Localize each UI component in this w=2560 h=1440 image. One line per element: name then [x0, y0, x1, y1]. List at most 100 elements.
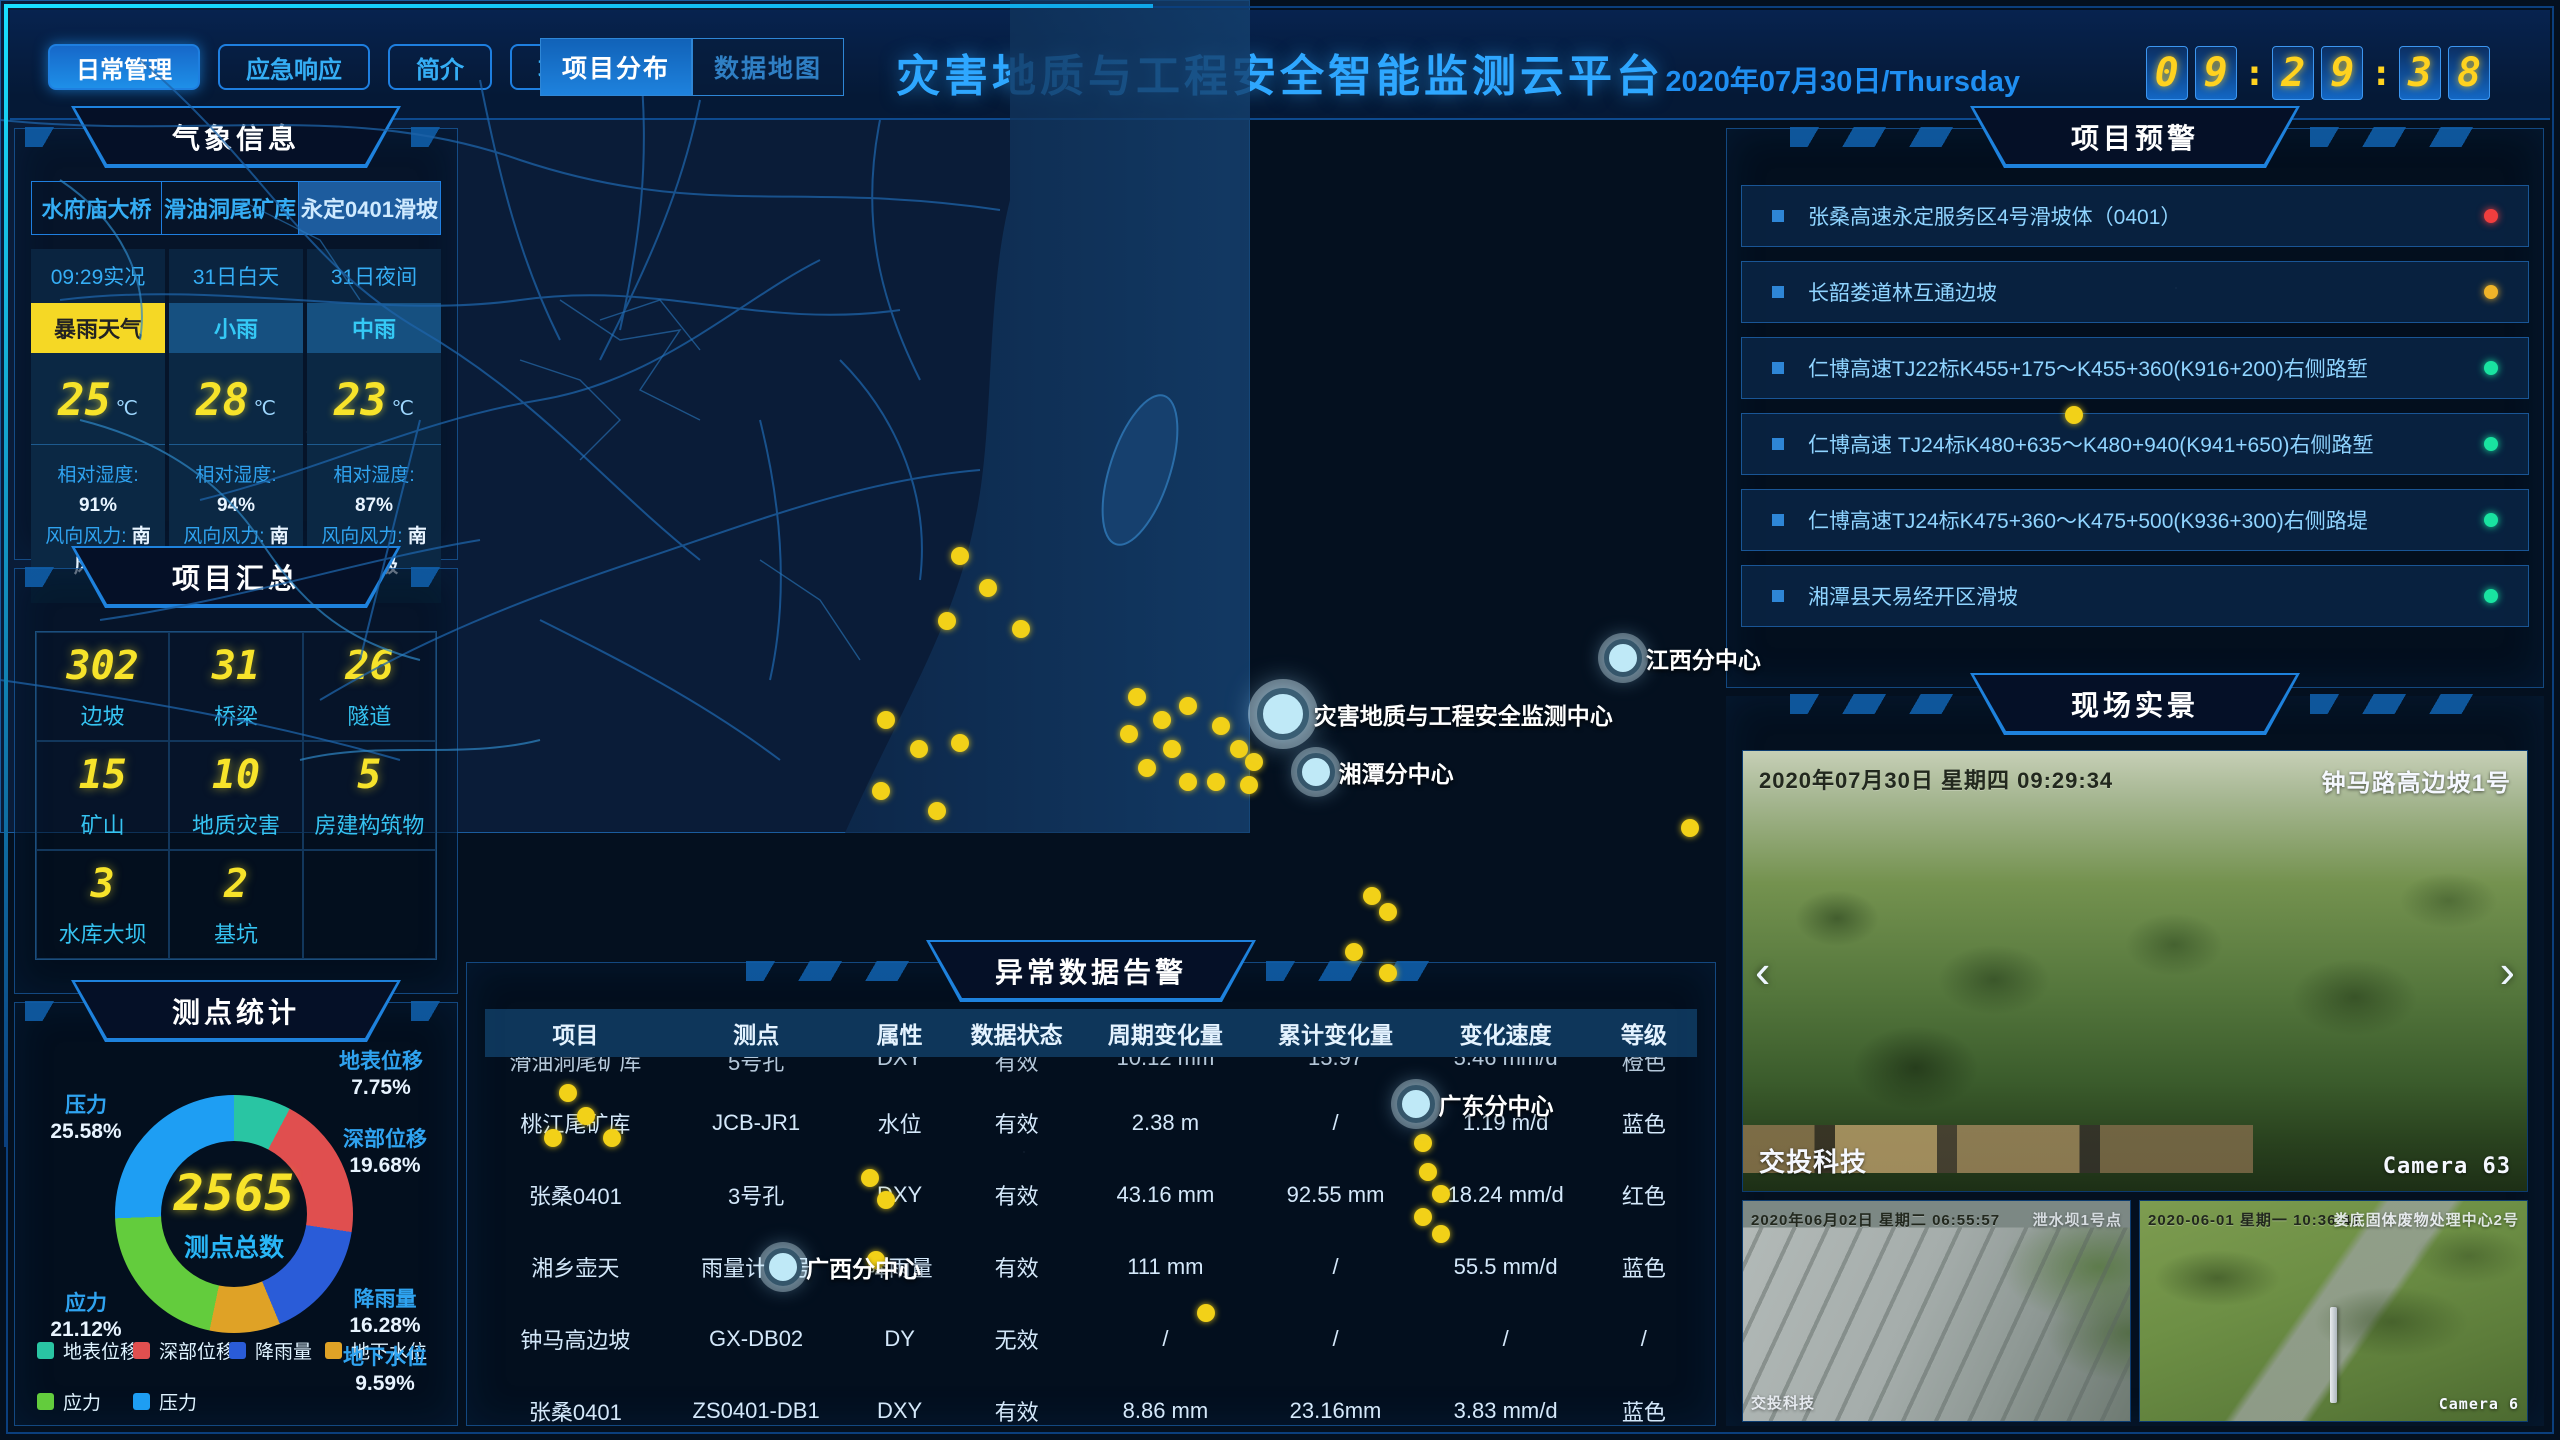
warning-text: 仁博高速 TJ24标K480+635～K480+940(K941+650)右侧路… [1808, 429, 2374, 459]
project-dot[interactable] [1240, 776, 1250, 794]
map-tabs: 项目分布 数据地图 [540, 38, 844, 96]
legend-item[interactable]: 深部位移 [133, 1337, 229, 1364]
warning-text: 长韶娄道林互通边坡 [1808, 277, 1997, 307]
segment-label-deep: 深部位移19.68% [315, 1127, 455, 1180]
points-total-label: 测点总数 [184, 1228, 284, 1264]
segment-label-surface: 地表位移7.75% [311, 1049, 451, 1102]
col-project: 项目 [485, 1016, 666, 1050]
project-dot[interactable] [1212, 717, 1230, 735]
prev-camera-button[interactable]: ‹ [1755, 948, 1770, 994]
legend-swatch [37, 1342, 54, 1359]
live-view-panel: 现场实景 2020年07月30日 星期四 09:29:34 钟马路高边坡1号 交… [1726, 696, 2544, 1426]
project-dot[interactable] [951, 734, 969, 752]
project-dot[interactable] [1128, 688, 1146, 706]
legend-item[interactable]: 应力 [37, 1388, 133, 1415]
camera-id: Camera 63 [2383, 1154, 2511, 1179]
warning-text: 张桑高速永定服务区4号滑坡体（0401） [1808, 201, 2181, 231]
legend-label: 压力 [159, 1388, 197, 1415]
map-dots-layer [0, 0, 1250, 833]
bullet-icon [1772, 286, 1784, 298]
alarm-row[interactable]: 张桑04013号孔DXY有效43.16 mm92.55 mm18.24 mm/d… [485, 1159, 1697, 1231]
status-dot-green [2484, 361, 2498, 375]
col-rate: 变化速度 [1421, 1016, 1591, 1050]
header-decoration [1790, 127, 1960, 147]
warning-item[interactable]: 仁博高速 TJ24标K480+635～K480+940(K941+650)右侧路… [1741, 413, 2529, 475]
status-dot-yellow [2484, 285, 2498, 299]
col-cumulative-change: 累计变化量 [1250, 1016, 1420, 1050]
legend-item[interactable]: 压力 [133, 1388, 229, 1415]
status-dot-red [2484, 209, 2498, 223]
status-dot-green [2484, 589, 2498, 603]
main-camera-view[interactable]: 2020年07月30日 星期四 09:29:34 钟马路高边坡1号 交投科技 C… [1742, 750, 2528, 1192]
bullet-icon [1772, 514, 1784, 526]
legend-label: 降雨量 [255, 1337, 312, 1364]
warning-item[interactable]: 张桑高速永定服务区4号滑坡体（0401） [1741, 185, 2529, 247]
next-camera-button[interactable]: › [2500, 948, 2515, 994]
alarm-table[interactable]: 项目 测点 属性 数据状态 周期变化量 累计变化量 变化速度 等级 滑油洞尾矿库… [485, 1009, 1697, 1440]
alarm-row[interactable]: 张桑0401ZS0401-DB1DXY有效8.86 mm23.16mm3.83 … [485, 1375, 1697, 1440]
live-panel-header: 现场实景 [1726, 676, 2544, 732]
legend-label: 深部位移 [159, 1337, 235, 1364]
alarm-panel-title: 异常数据告警 [928, 942, 1254, 1000]
col-status: 数据状态 [953, 1016, 1081, 1050]
alarm-panel: 异常数据告警 项目 测点 属性 数据状态 周期变化量 累计变化量 变化速度 等级… [466, 962, 1716, 1426]
project-dot[interactable] [938, 612, 956, 630]
project-dot[interactable] [1163, 740, 1181, 758]
project-dot[interactable] [1012, 620, 1030, 638]
project-dot[interactable] [1120, 725, 1138, 743]
warning-panel-header: 项目预警 [1727, 109, 2543, 165]
warning-panel-title: 项目预警 [1972, 108, 2298, 166]
warning-item[interactable]: 长韶娄道林互通边坡 [1741, 261, 2529, 323]
bullet-icon [1772, 590, 1784, 602]
warning-item[interactable]: 仁博高速TJ24标K475+360～K475+500(K936+300)右侧路堤 [1741, 489, 2529, 551]
map-panel[interactable]: 项目分布 数据地图 江西分中心 灾害地质与工程安全监测中心 湘潭分中心 广东分中… [0, 0, 1250, 833]
project-dot[interactable] [1245, 753, 1250, 771]
bullet-icon [1772, 362, 1784, 374]
points-total: 2565 [174, 1164, 294, 1222]
warning-text: 湘潭县天易经开区滑坡 [1808, 581, 2018, 611]
thumb-camera-1[interactable]: 2020年06月02日 星期二 06:55:57 泄水坝1号点 交投科技 [1742, 1200, 2131, 1422]
project-dot[interactable] [1230, 740, 1248, 758]
segment-label-rain: 降雨量16.28% [315, 1287, 455, 1340]
camera-osd-datetime: 2020-06-01 星期一 10:36:41 [2148, 1209, 2361, 1230]
col-level: 等级 [1591, 1016, 1697, 1050]
map-tab-project-distribution[interactable]: 项目分布 [540, 38, 692, 96]
legend-swatch [229, 1342, 246, 1359]
project-dot[interactable] [928, 802, 946, 820]
warning-text: 仁博高速TJ22标K455+175～K455+360(K916+200)右侧路堑 [1808, 353, 2368, 383]
project-dot[interactable] [1138, 759, 1156, 777]
camera-brand: 交投科技 [1751, 1392, 1815, 1413]
camera-name: 钟马路高边坡1号 [2322, 763, 2511, 798]
warning-text: 仁博高速TJ24标K475+360～K475+500(K936+300)右侧路堤 [1808, 505, 2368, 535]
thumb-camera-2[interactable]: 2020-06-01 星期一 10:36:41 娄底固体废物处理中心2号 Cam… [2139, 1200, 2528, 1422]
camera-id: Camera 6 [2439, 1395, 2519, 1413]
alarm-row[interactable]: 钟马高边坡GX-DB02DY无效//// [485, 1303, 1697, 1375]
alarm-row[interactable]: 湘乡壶天雨量计一号降雨量有效111 mm/55.5 mm/d蓝色 [485, 1231, 1697, 1303]
header-decoration [2310, 694, 2480, 714]
warning-list: 张桑高速永定服务区4号滑坡体（0401） 长韶娄道林互通边坡 仁博高速TJ22标… [1741, 185, 2529, 627]
camera-osd-datetime: 2020年07月30日 星期四 09:29:34 [1759, 763, 2113, 795]
status-dot-green [2484, 513, 2498, 527]
warning-item[interactable]: 湘潭县天易经开区滑坡 [1741, 565, 2529, 627]
project-dot[interactable] [1153, 711, 1171, 729]
bullet-icon [1772, 210, 1784, 222]
project-dot[interactable] [872, 782, 890, 800]
status-dot-green [2484, 437, 2498, 451]
col-cycle-change: 周期变化量 [1080, 1016, 1250, 1050]
alarm-table-header: 项目 测点 属性 数据状态 周期变化量 累计变化量 变化速度 等级 [485, 1009, 1697, 1057]
project-dot[interactable] [1179, 773, 1197, 791]
project-dot[interactable] [979, 579, 997, 597]
project-dot[interactable] [1179, 697, 1197, 715]
segment-label-stress: 应力21.12% [31, 1291, 141, 1344]
warning-item[interactable]: 仁博高速TJ22标K455+175～K455+360(K916+200)右侧路堑 [1741, 337, 2529, 399]
camera-name: 泄水坝1号点 [2033, 1209, 2122, 1230]
project-dot[interactable] [951, 547, 969, 565]
project-dot[interactable] [1207, 773, 1225, 791]
project-dot[interactable] [877, 711, 895, 729]
camera-osd-datetime: 2020年06月02日 星期二 06:55:57 [1751, 1209, 2000, 1230]
project-dot[interactable] [910, 740, 928, 758]
alarm-row-partial[interactable]: 滑油洞尾矿库5号孔DXY有效10.12 mm15.975.46 mm/d橙色 [485, 1057, 1697, 1087]
bullet-icon [1772, 438, 1784, 450]
warning-panel: 项目预警 张桑高速永定服务区4号滑坡体（0401） 长韶娄道林互通边坡 仁博高速… [1726, 128, 2544, 688]
map-tab-data-map[interactable]: 数据地图 [692, 38, 844, 96]
